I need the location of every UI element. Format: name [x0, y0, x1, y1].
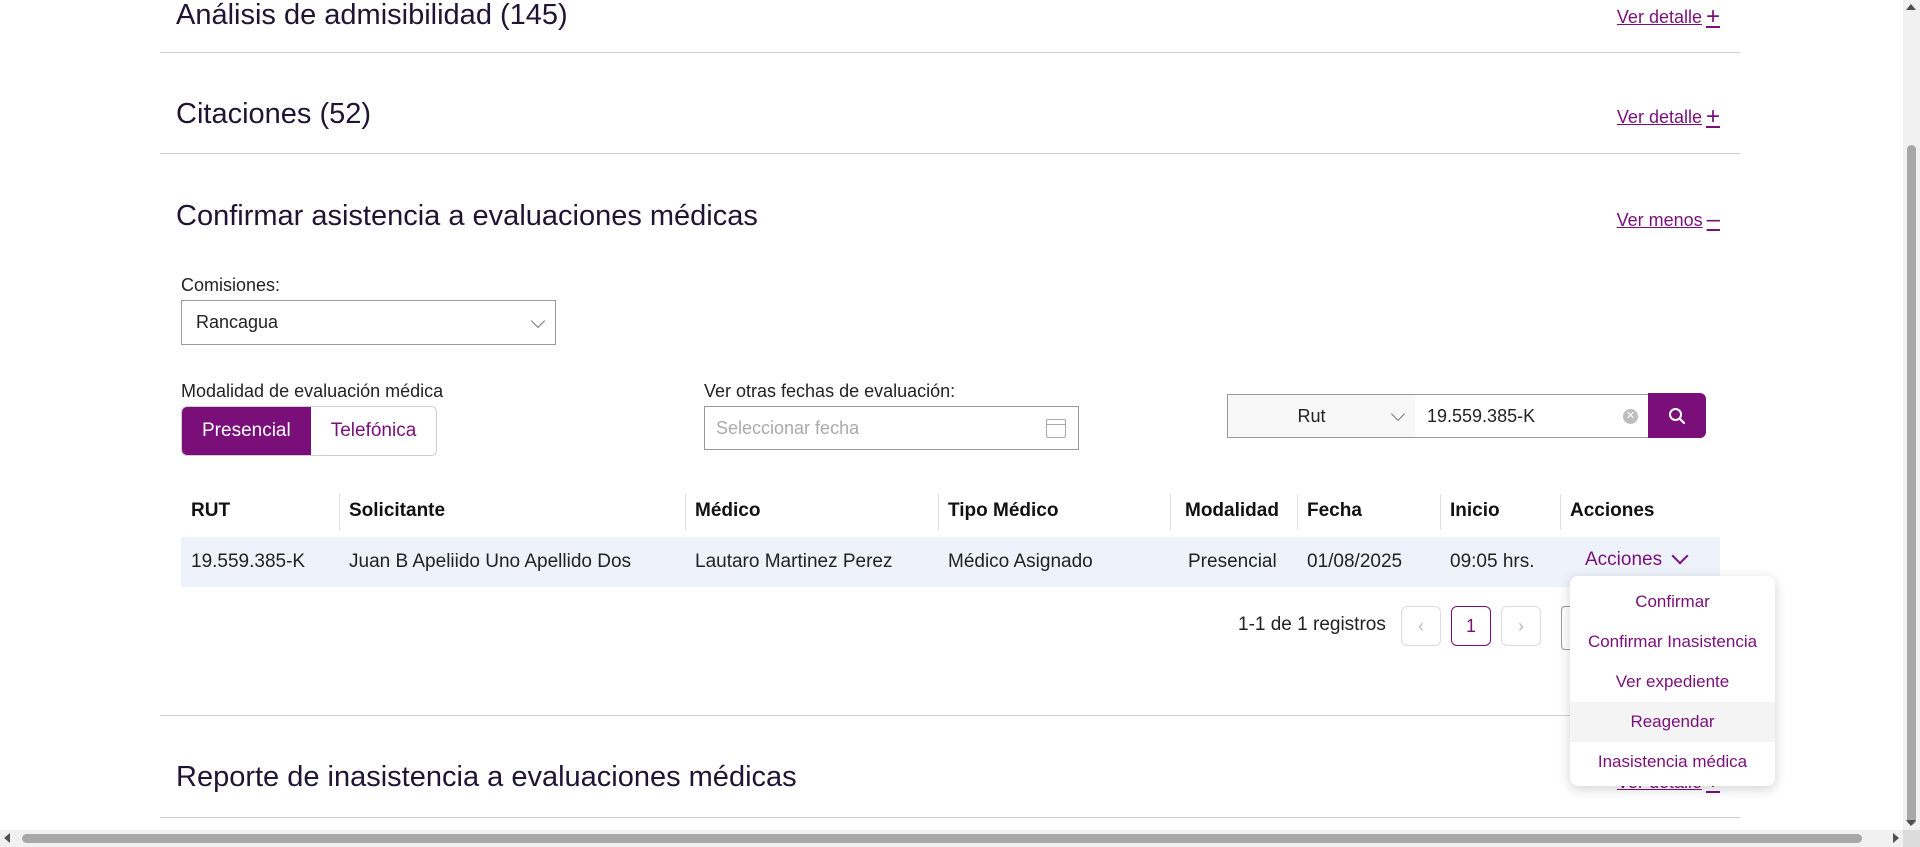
menu-item-confirmar-inasistencia[interactable]: Confirmar Inasistencia: [1570, 622, 1775, 662]
page: Análisis de admisibilidad (145) Ver deta…: [0, 0, 1903, 830]
column-header-modalidad: Modalidad: [1185, 500, 1279, 521]
section-title: Reporte de inasistencia a evaluaciones m…: [176, 761, 797, 793]
column-header-tipo-medico: Tipo Médico: [948, 500, 1059, 521]
column-header-rut: RUT: [191, 500, 231, 521]
column-divider: [1560, 494, 1561, 530]
scroll-right-arrow-icon[interactable]: [1893, 833, 1899, 843]
column-header-inicio: Inicio: [1450, 500, 1500, 521]
acciones-label: Acciones: [1585, 549, 1663, 570]
section-title: Confirmar asistencia a evaluaciones médi…: [176, 200, 758, 232]
vertical-scrollbar[interactable]: [1903, 0, 1920, 830]
horizontal-scrollbar[interactable]: [0, 830, 1903, 847]
pagination-summary: 1-1 de 1 registros: [1238, 614, 1386, 635]
ver-detalle-label: Ver detalle: [1616, 106, 1702, 127]
scroll-up-arrow-icon[interactable]: [1906, 4, 1916, 10]
section-admisibilidad: Análisis de admisibilidad (145) Ver deta…: [160, 0, 1740, 53]
scroll-down-arrow-icon[interactable]: [1906, 820, 1916, 826]
section-title: Citaciones (52): [176, 98, 372, 130]
comisiones-select[interactable]: Rancagua: [181, 300, 556, 345]
acciones-dropdown-button[interactable]: Acciones: [1585, 547, 1689, 571]
cell-rut: 19.559.385-K: [191, 551, 306, 572]
pagination-next-button[interactable]: ›: [1501, 606, 1541, 646]
search-input[interactable]: 19.559.385-K ✕: [1415, 394, 1649, 438]
column-divider: [1170, 494, 1171, 530]
ver-menos-link[interactable]: Ver menos –: [1617, 208, 1720, 232]
section-reporte-inasistencia: Reporte de inasistencia a evaluaciones m…: [160, 716, 1740, 818]
ver-detalle-link[interactable]: Ver detalle +: [1617, 5, 1720, 29]
minus-icon: –: [1706, 206, 1720, 233]
modalidad-telefonica-option[interactable]: Telefónica: [310, 407, 437, 455]
column-divider: [685, 494, 686, 530]
column-divider: [938, 494, 939, 530]
column-divider: [339, 494, 340, 530]
scrollbar-corner: [1903, 830, 1920, 847]
pagination-prev-button[interactable]: ‹: [1401, 606, 1441, 646]
search-icon: [1669, 407, 1686, 424]
clear-icon[interactable]: ✕: [1623, 409, 1638, 424]
column-header-fecha: Fecha: [1307, 500, 1362, 521]
menu-item-confirmar[interactable]: Confirmar: [1570, 582, 1775, 622]
search-button[interactable]: [1648, 393, 1706, 438]
column-divider: [1440, 494, 1441, 530]
vertical-scroll-thumb[interactable]: [1907, 145, 1916, 825]
horizontal-scroll-thumb[interactable]: [22, 834, 1862, 843]
cell-fecha: 01/08/2025: [1307, 551, 1403, 572]
comisiones-value: Rancagua: [196, 312, 279, 332]
cell-inicio: 09:05 hrs.: [1450, 551, 1535, 572]
modalidad-toggle: Presencial Telefónica: [181, 406, 438, 456]
column-header-medico: Médico: [695, 500, 761, 521]
cell-solicitante: Juan B Apeliido Uno Apellido Dos: [349, 551, 632, 572]
ver-detalle-link[interactable]: Ver detalle +: [1617, 105, 1720, 129]
search-type-value: Rut: [1297, 405, 1326, 426]
modalidad-presencial-option[interactable]: Presencial: [182, 407, 311, 455]
comisiones-label: Comisiones:: [181, 275, 281, 295]
menu-item-inasistencia-medica[interactable]: Inasistencia médica: [1570, 742, 1775, 782]
menu-item-ver-expediente[interactable]: Ver expediente: [1570, 662, 1775, 702]
column-divider: [1297, 494, 1298, 530]
column-header-solicitante: Solicitante: [349, 500, 446, 521]
search-value: 19.559.385-K: [1427, 405, 1536, 426]
acciones-menu: Confirmar Confirmar Inasistencia Ver exp…: [1570, 576, 1775, 786]
menu-item-reagendar[interactable]: Reagendar: [1570, 702, 1775, 742]
column-header-acciones: Acciones: [1570, 500, 1655, 521]
fecha-input[interactable]: Seleccionar fecha: [704, 406, 1079, 450]
scroll-left-arrow-icon[interactable]: [4, 833, 10, 843]
chevron-down-icon: [1671, 547, 1689, 565]
ver-detalle-label: Ver detalle: [1616, 6, 1702, 27]
search-type-select[interactable]: Rut: [1227, 394, 1416, 438]
ver-menos-label: Ver menos: [1616, 209, 1703, 230]
fecha-placeholder: Seleccionar fecha: [716, 417, 860, 438]
modalidad-label: Modalidad de evaluación médica: [181, 381, 444, 401]
plus-icon: +: [1705, 103, 1720, 130]
pagination-page-button[interactable]: 1: [1451, 606, 1491, 646]
fechas-label: Ver otras fechas de evaluación:: [704, 381, 956, 401]
chevron-down-icon: [530, 313, 546, 328]
plus-icon: +: [1705, 3, 1720, 30]
section-title: Análisis de admisibilidad (145): [176, 0, 568, 31]
calendar-icon: [1046, 419, 1066, 438]
cell-modalidad: Presencial: [1188, 551, 1277, 572]
chevron-down-icon: [1390, 406, 1406, 422]
cell-medico: Lautaro Martinez Perez: [695, 551, 893, 572]
section-citaciones: Citaciones (52) Ver detalle +: [160, 53, 1740, 154]
cell-tipo-medico: Médico Asignado: [948, 551, 1093, 572]
